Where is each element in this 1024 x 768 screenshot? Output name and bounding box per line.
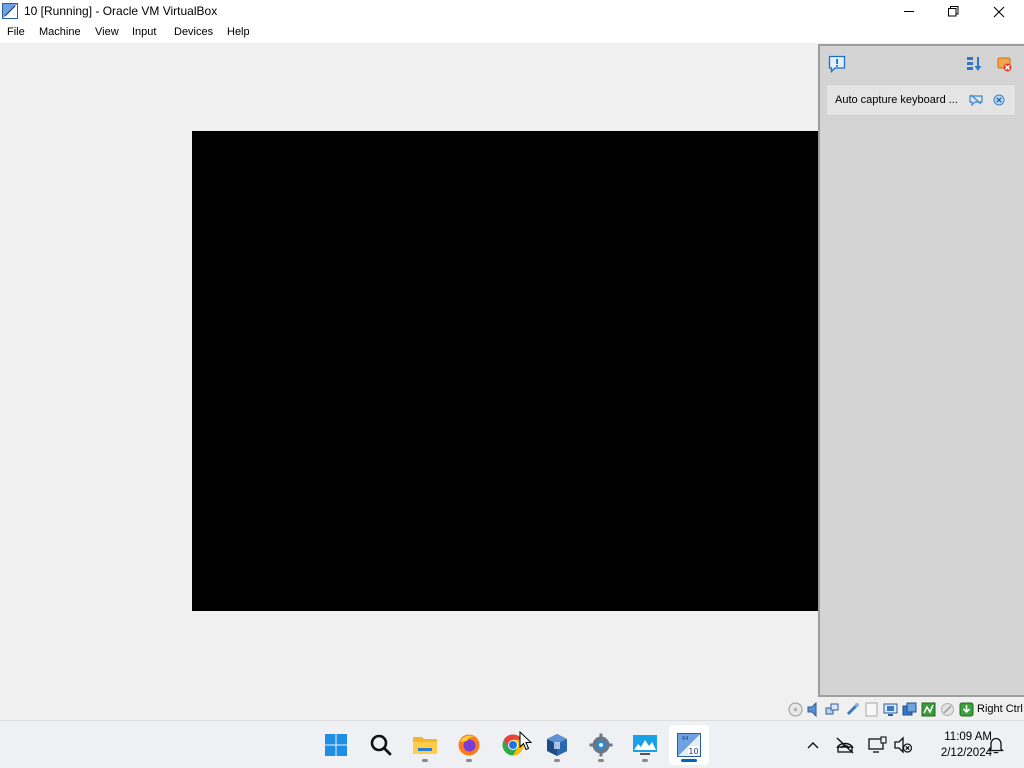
clear-all-icon[interactable] (996, 56, 1012, 72)
virtualbox-icon (547, 734, 567, 756)
clock-date: 2/12/2024 (940, 747, 992, 759)
minimize-button[interactable] (886, 0, 932, 23)
firefox-button[interactable] (449, 725, 489, 765)
virtualbox-vm-icon: 10 64 (677, 733, 701, 757)
hide-icon[interactable] (969, 94, 983, 107)
svg-text:10: 10 (688, 747, 698, 756)
active-indicator (681, 759, 697, 762)
volume-button[interactable] (893, 735, 913, 755)
title-bar: 10 [Running] - Oracle VM VirtualBox (0, 0, 1024, 23)
menu-help[interactable]: Help (227, 26, 250, 38)
network-off-icon (836, 737, 854, 754)
display-tray-button[interactable] (867, 735, 887, 755)
running-indicator (422, 759, 428, 762)
settings-icon (589, 733, 613, 757)
window-title: 10 [Running] - Oracle VM VirtualBox (24, 4, 218, 18)
firefox-icon (458, 734, 480, 756)
running-indicator (466, 759, 472, 762)
network-status-button[interactable] (835, 735, 855, 755)
running-indicator (554, 759, 560, 762)
audio-icon[interactable] (806, 701, 821, 718)
info-icon[interactable] (828, 55, 846, 74)
notification-center: Auto capture keyboard ... (818, 44, 1024, 697)
close-icon (993, 6, 1005, 17)
volume-muted-icon (894, 736, 913, 754)
svg-text:64: 64 (682, 736, 688, 742)
host-key-label[interactable]: Right Ctrl (977, 703, 1023, 715)
notification-bell-icon (988, 737, 1004, 754)
start-button[interactable] (316, 725, 356, 765)
taskbar: 10 64 11:09 AM 2/12/2024 (0, 720, 1024, 768)
vm-display-area: Auto capture keyboard ... (0, 43, 1024, 699)
sort-icon[interactable] (966, 56, 982, 72)
settings-button[interactable] (581, 725, 621, 765)
start-icon (325, 734, 347, 756)
show-hidden-icons-button[interactable] (803, 735, 823, 755)
search-button[interactable] (361, 725, 401, 765)
clock-time: 11:09 AM (944, 731, 992, 743)
close-button[interactable] (976, 0, 1022, 23)
task-manager-button[interactable] (625, 725, 665, 765)
task-manager-icon (633, 735, 657, 755)
notifications-button[interactable] (986, 735, 1006, 755)
file-explorer-button[interactable] (405, 725, 445, 765)
vm-screen[interactable] (192, 131, 820, 611)
recording-icon[interactable] (902, 702, 917, 717)
network-icon[interactable] (825, 702, 840, 717)
menu-input[interactable]: Input (132, 26, 156, 38)
file-explorer-icon (413, 737, 437, 754)
running-indicator (642, 759, 648, 762)
menu-view[interactable]: View (95, 26, 119, 38)
mouse-integration-icon[interactable] (940, 702, 955, 717)
close-icon[interactable] (993, 94, 1005, 106)
virtualbox-vm-button[interactable]: 10 64 (669, 725, 709, 765)
status-bar: Right Ctrl (0, 699, 1024, 720)
show-hidden-icons-icon (807, 742, 819, 749)
search-icon (370, 734, 392, 756)
notification-item[interactable]: Auto capture keyboard ... (826, 84, 1016, 116)
running-indicator (598, 759, 604, 762)
menu-bar: File Machine View Input Devices Help (0, 23, 1024, 43)
virtualbox-button[interactable] (537, 725, 577, 765)
optical-drive-icon[interactable] (788, 702, 803, 717)
clock[interactable]: 11:09 AM 2/12/2024 (916, 729, 992, 761)
restore-button[interactable] (930, 0, 976, 23)
menu-file[interactable]: File (7, 26, 25, 38)
minimize-icon (903, 11, 914, 12)
cpu-activity-icon[interactable] (921, 702, 936, 717)
virtualbox-app-icon (2, 3, 18, 19)
shared-folders-icon[interactable] (864, 702, 879, 717)
restore-icon (947, 6, 958, 17)
display-icon (868, 736, 887, 753)
display-icon[interactable] (883, 702, 898, 717)
menu-devices[interactable]: Devices (174, 26, 213, 38)
keyboard-icon[interactable] (959, 702, 974, 717)
notification-text: Auto capture keyboard ... (835, 94, 958, 106)
usb-icon[interactable] (845, 702, 860, 717)
menu-machine[interactable]: Machine (39, 26, 81, 38)
mouse-pointer-icon (519, 731, 533, 751)
